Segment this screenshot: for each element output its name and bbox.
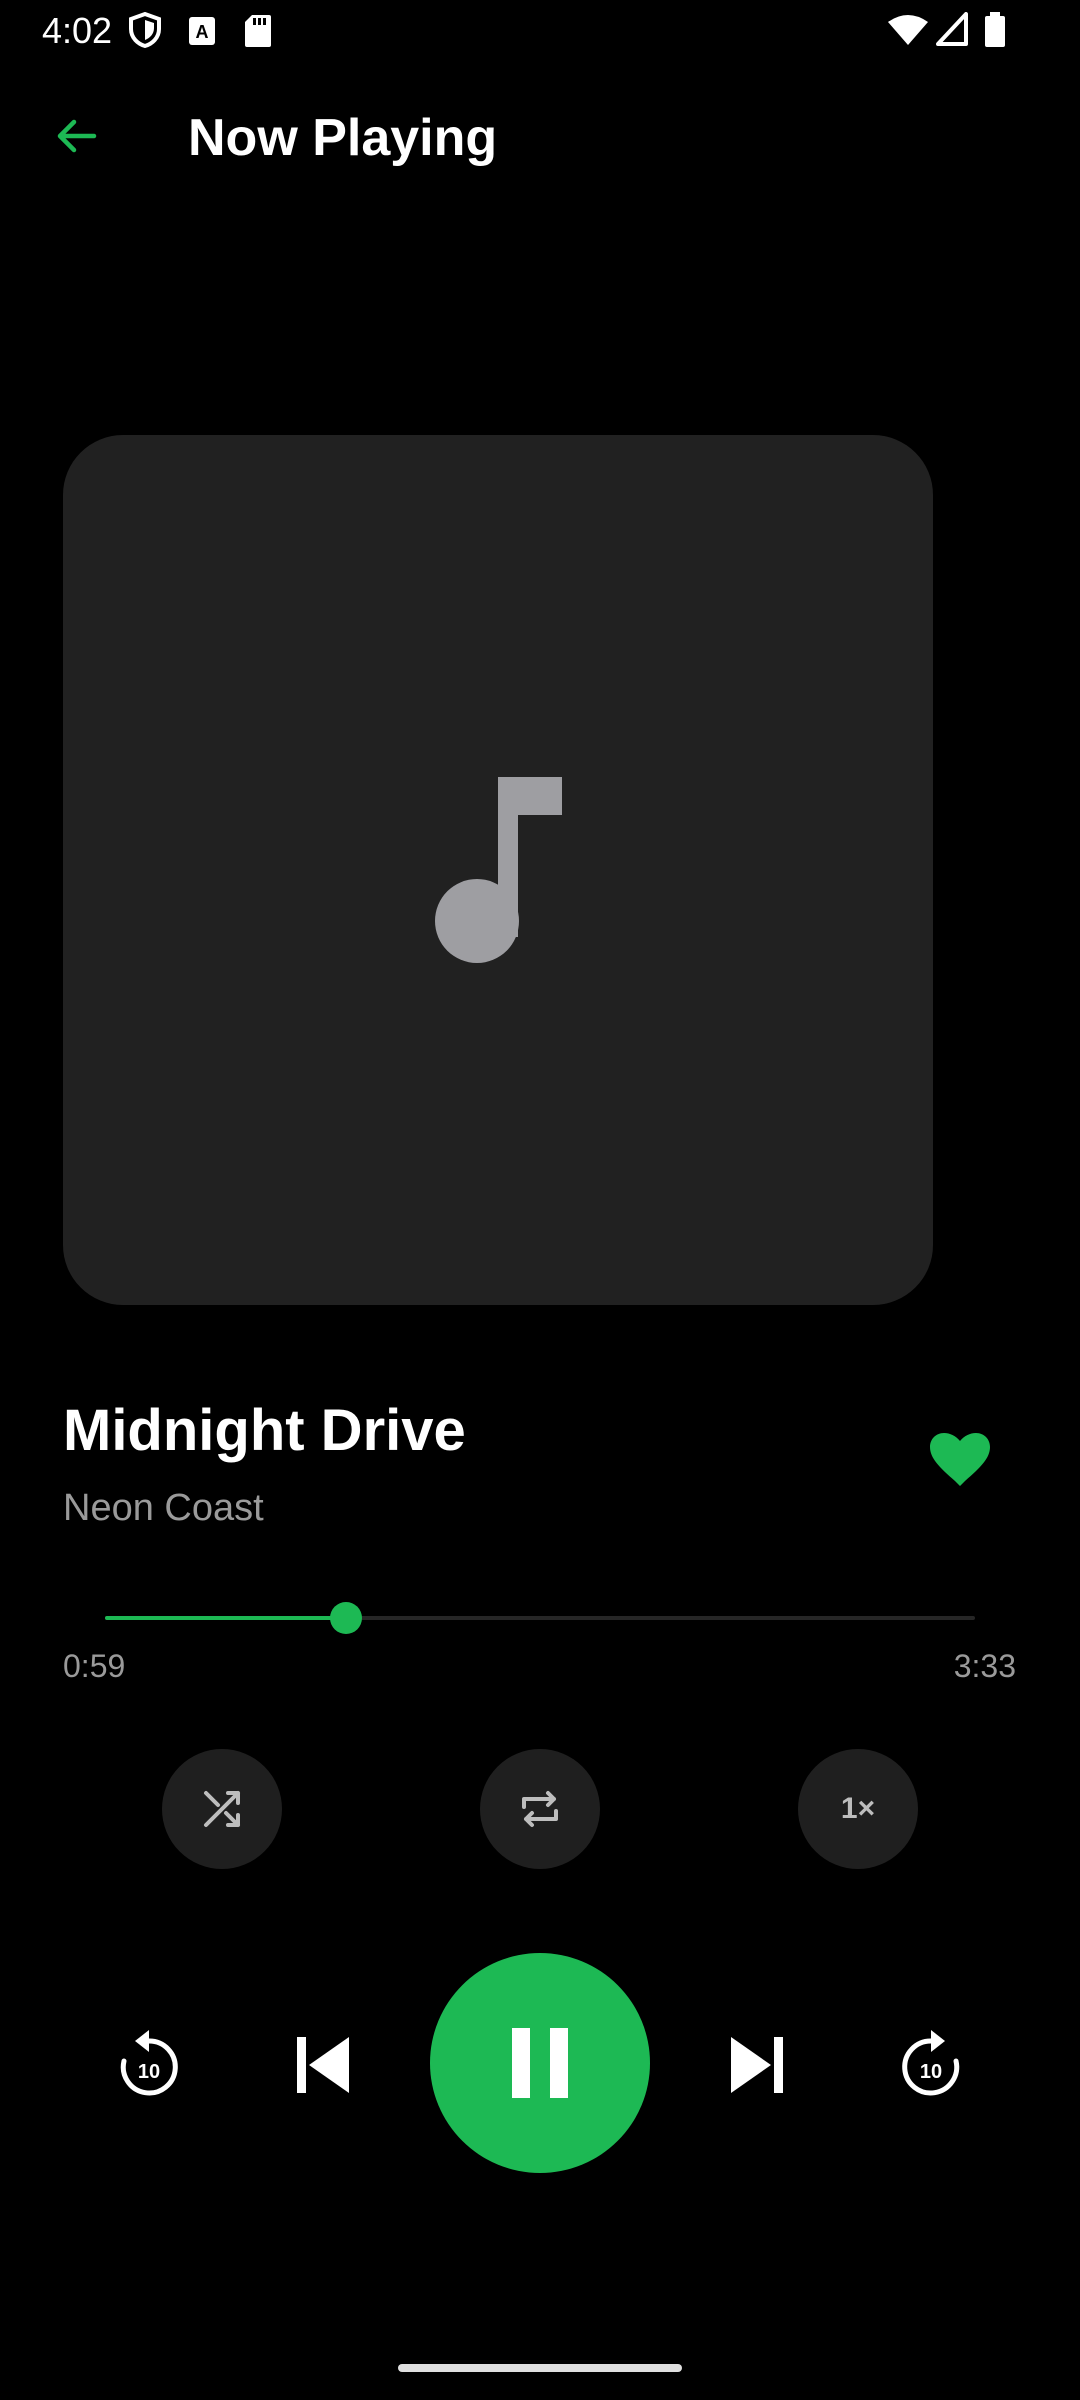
track-artist: Neon Coast — [63, 1487, 264, 1529]
status-time: 4:02 — [42, 10, 113, 51]
like-button[interactable] — [920, 1420, 1000, 1500]
music-note-icon — [435, 777, 562, 963]
svg-text:A: A — [196, 22, 209, 42]
sd-card-icon — [245, 15, 271, 47]
wifi-icon — [888, 15, 928, 45]
playback-speed-button[interactable]: 1× — [798, 1749, 918, 1869]
forward-10-button[interactable]: 10 — [876, 2010, 986, 2120]
rewind-10-label: 10 — [138, 2061, 160, 2083]
rewind-10-icon: 10 — [120, 2030, 178, 2096]
arrow-left-icon — [57, 119, 97, 153]
previous-track-button[interactable] — [268, 2010, 378, 2120]
back-button[interactable] — [40, 100, 112, 172]
heart-icon — [930, 1433, 990, 1486]
skip-next-icon — [731, 2037, 783, 2093]
forward-10-label: 10 — [920, 2061, 942, 2083]
shuffle-icon — [204, 1791, 240, 1827]
shield-icon — [129, 12, 161, 48]
battery-icon — [985, 12, 1005, 47]
play-pause-button[interactable] — [430, 1953, 650, 2173]
repeat-button[interactable] — [480, 1749, 600, 1869]
seek-bar[interactable] — [105, 1602, 975, 1634]
seek-bar-thumb[interactable] — [329, 1602, 362, 1634]
next-track-button[interactable] — [702, 2010, 812, 2120]
elapsed-time: 0:59 — [63, 1648, 126, 1684]
home-indicator[interactable] — [398, 2364, 682, 2372]
shuffle-button[interactable] — [162, 1749, 282, 1869]
forward-10-icon: 10 — [902, 2030, 960, 2096]
total-time: 3:33 — [953, 1648, 1016, 1684]
seek-bar-progress — [105, 1616, 346, 1620]
skip-previous-icon — [297, 2037, 349, 2093]
signal-icon — [936, 12, 968, 46]
track-title: Midnight Drive — [63, 1398, 466, 1463]
pause-icon — [512, 2028, 568, 2098]
rewind-10-button[interactable]: 10 — [94, 2010, 204, 2120]
playback-speed-label: 1× — [840, 1792, 876, 1825]
page-title: Now Playing — [188, 109, 498, 167]
font-a-icon: A — [189, 17, 215, 45]
repeat-icon — [522, 1791, 558, 1827]
